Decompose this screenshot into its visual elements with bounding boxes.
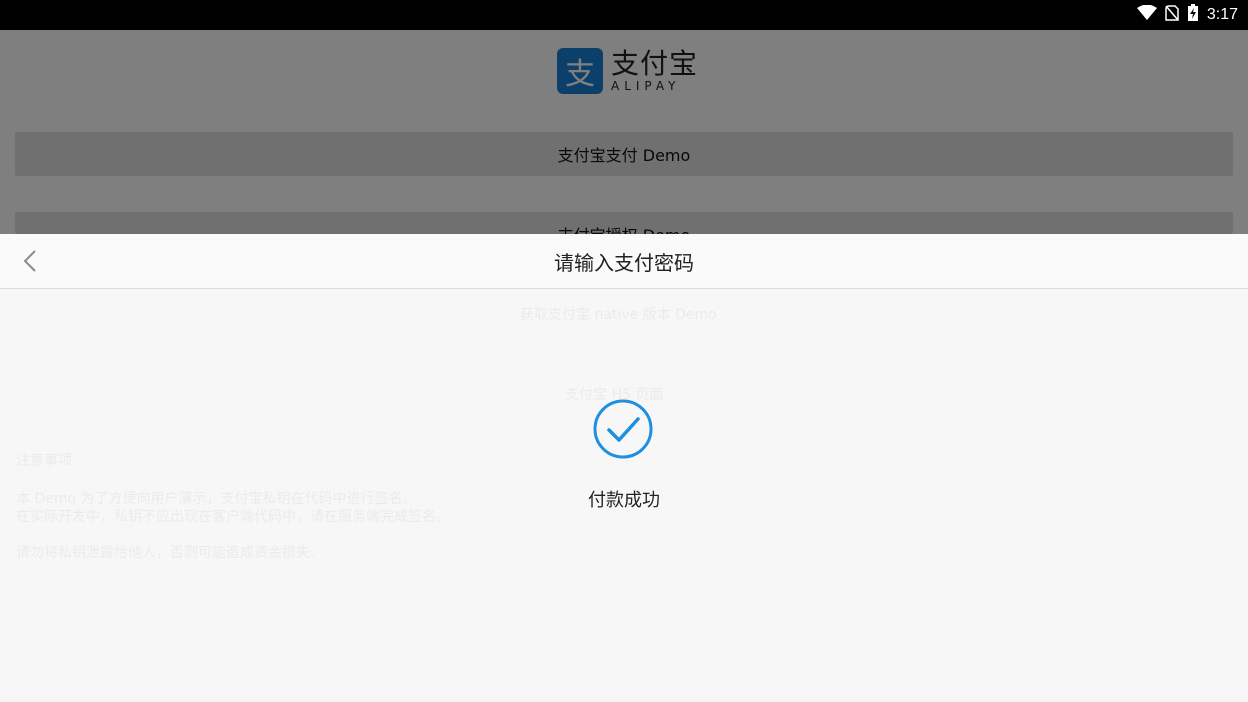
- chevron-left-icon: [23, 250, 36, 272]
- status-bar: 3:17: [0, 0, 1248, 30]
- dialog-title: 请输入支付密码: [554, 250, 694, 275]
- wifi-icon: [1136, 4, 1157, 25]
- payment-sheet: 获取支付宝 native 版本 Demo 支付宝 H5 页面 注意事项 本 De…: [0, 234, 1248, 702]
- sheet-header: 请输入支付密码: [0, 234, 1248, 289]
- success-check-icon: [593, 399, 653, 459]
- faint-native-button: 获取支付宝 native 版本 Demo: [520, 307, 717, 323]
- no-sim-icon: [1165, 5, 1179, 25]
- battery-charging-icon: [1187, 4, 1199, 26]
- status-time: 3:17: [1206, 6, 1238, 23]
- back-button[interactable]: [18, 248, 42, 274]
- faint-notes-title: 注意事项: [16, 453, 72, 469]
- faint-note-3: 请勿将私钥泄露给他人，否则可能造成资金损失。: [16, 545, 324, 561]
- payment-success-text: 付款成功: [588, 490, 660, 511]
